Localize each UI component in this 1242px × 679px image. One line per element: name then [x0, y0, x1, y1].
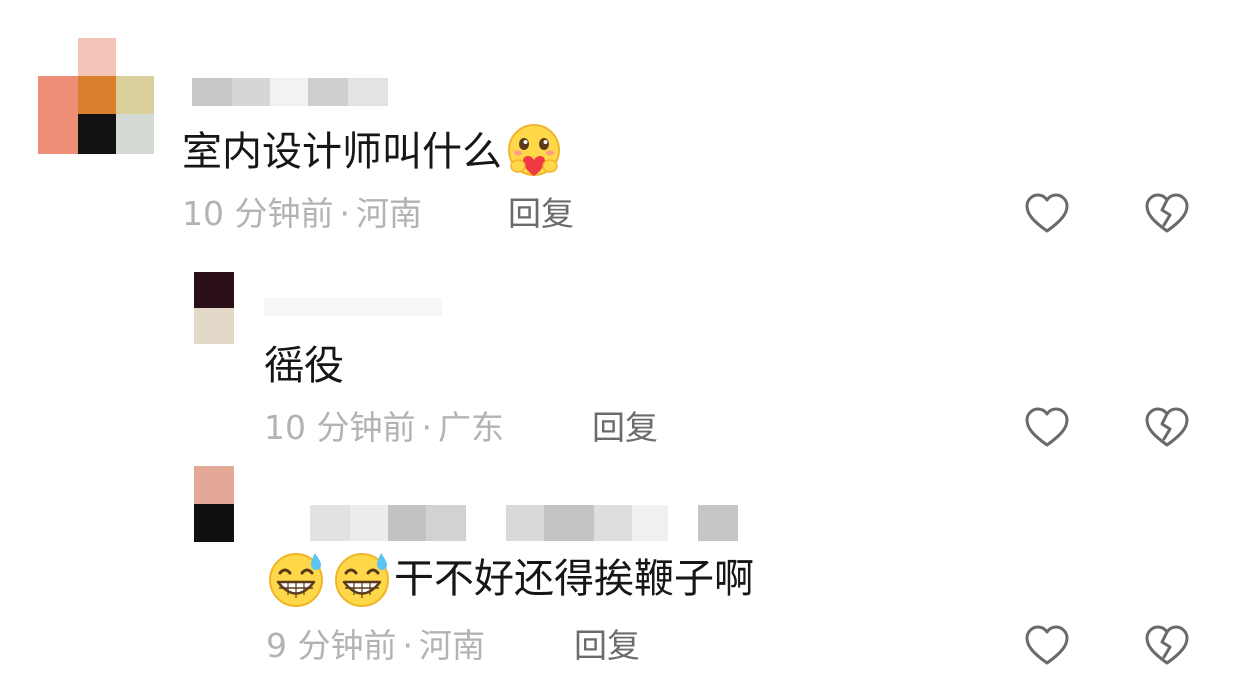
comment-meta: 9 分钟前 · 河南	[266, 626, 485, 666]
dislike-button[interactable]	[1143, 622, 1191, 670]
reply-button[interactable]: 回复	[508, 194, 574, 234]
meta-separator: ·	[421, 408, 432, 447]
comment-location: 广东	[437, 408, 504, 447]
comment-text-label: 干不好还得挨鞭子啊	[394, 556, 754, 602]
grin-sweat-emoji	[332, 549, 392, 609]
avatar-mosaic-tile	[116, 114, 154, 154]
like-button[interactable]	[1023, 622, 1071, 670]
broken-heart-icon	[1145, 407, 1189, 447]
reply-button[interactable]: 回复	[574, 626, 640, 666]
avatar-mosaic-tile	[78, 76, 116, 114]
dislike-button[interactable]	[1143, 190, 1191, 238]
comment-meta: 10 分钟前 · 河南	[182, 194, 422, 234]
comment-location: 河南	[419, 626, 485, 665]
dislike-button[interactable]	[1143, 404, 1191, 452]
comment-meta: 10 分钟前 · 广东	[264, 408, 504, 448]
comment-text: 室内设计师叫什么	[182, 122, 564, 182]
heart-outline-icon	[1025, 625, 1069, 665]
avatar-mosaic-tile	[78, 38, 116, 76]
heart-outline-icon	[1025, 407, 1069, 447]
avatar[interactable]	[38, 38, 156, 156]
avatar-mosaic-tile	[194, 466, 234, 504]
avatar-mosaic-tile	[194, 272, 234, 308]
comment-text-label: 室内设计师叫什么	[182, 129, 502, 175]
avatar[interactable]	[194, 272, 234, 344]
avatar-mosaic-tile	[38, 76, 78, 154]
username-blurred[interactable]	[192, 78, 388, 106]
reply-button[interactable]: 回复	[592, 408, 658, 448]
broken-heart-icon	[1145, 193, 1189, 233]
avatar-mosaic-tile	[194, 504, 234, 542]
avatar[interactable]	[194, 466, 234, 542]
username-blurred[interactable]	[264, 298, 442, 316]
comment-text: 徭役	[264, 340, 344, 392]
heart-outline-icon	[1025, 193, 1069, 233]
meta-separator: ·	[339, 194, 350, 233]
comment-text-label: 徭役	[264, 343, 344, 389]
grin-sweat-emoji	[266, 549, 326, 609]
avatar-mosaic-tile	[116, 76, 154, 114]
avatar-mosaic-tile	[78, 114, 116, 154]
broken-heart-icon	[1145, 625, 1189, 665]
comment-time: 9 分钟前	[266, 626, 397, 665]
avatar-mosaic-tile	[194, 308, 234, 344]
like-button[interactable]	[1023, 190, 1071, 238]
comment-text: 干不好还得挨鞭子啊	[266, 548, 754, 610]
meta-separator: ·	[402, 626, 414, 665]
username-blurred[interactable]	[310, 505, 738, 541]
comment-time: 10 分钟前	[264, 408, 416, 447]
hug-heart-emoji	[504, 122, 564, 182]
comment-time: 10 分钟前	[182, 194, 334, 233]
like-button[interactable]	[1023, 404, 1071, 452]
comment-location: 河南	[355, 194, 422, 233]
